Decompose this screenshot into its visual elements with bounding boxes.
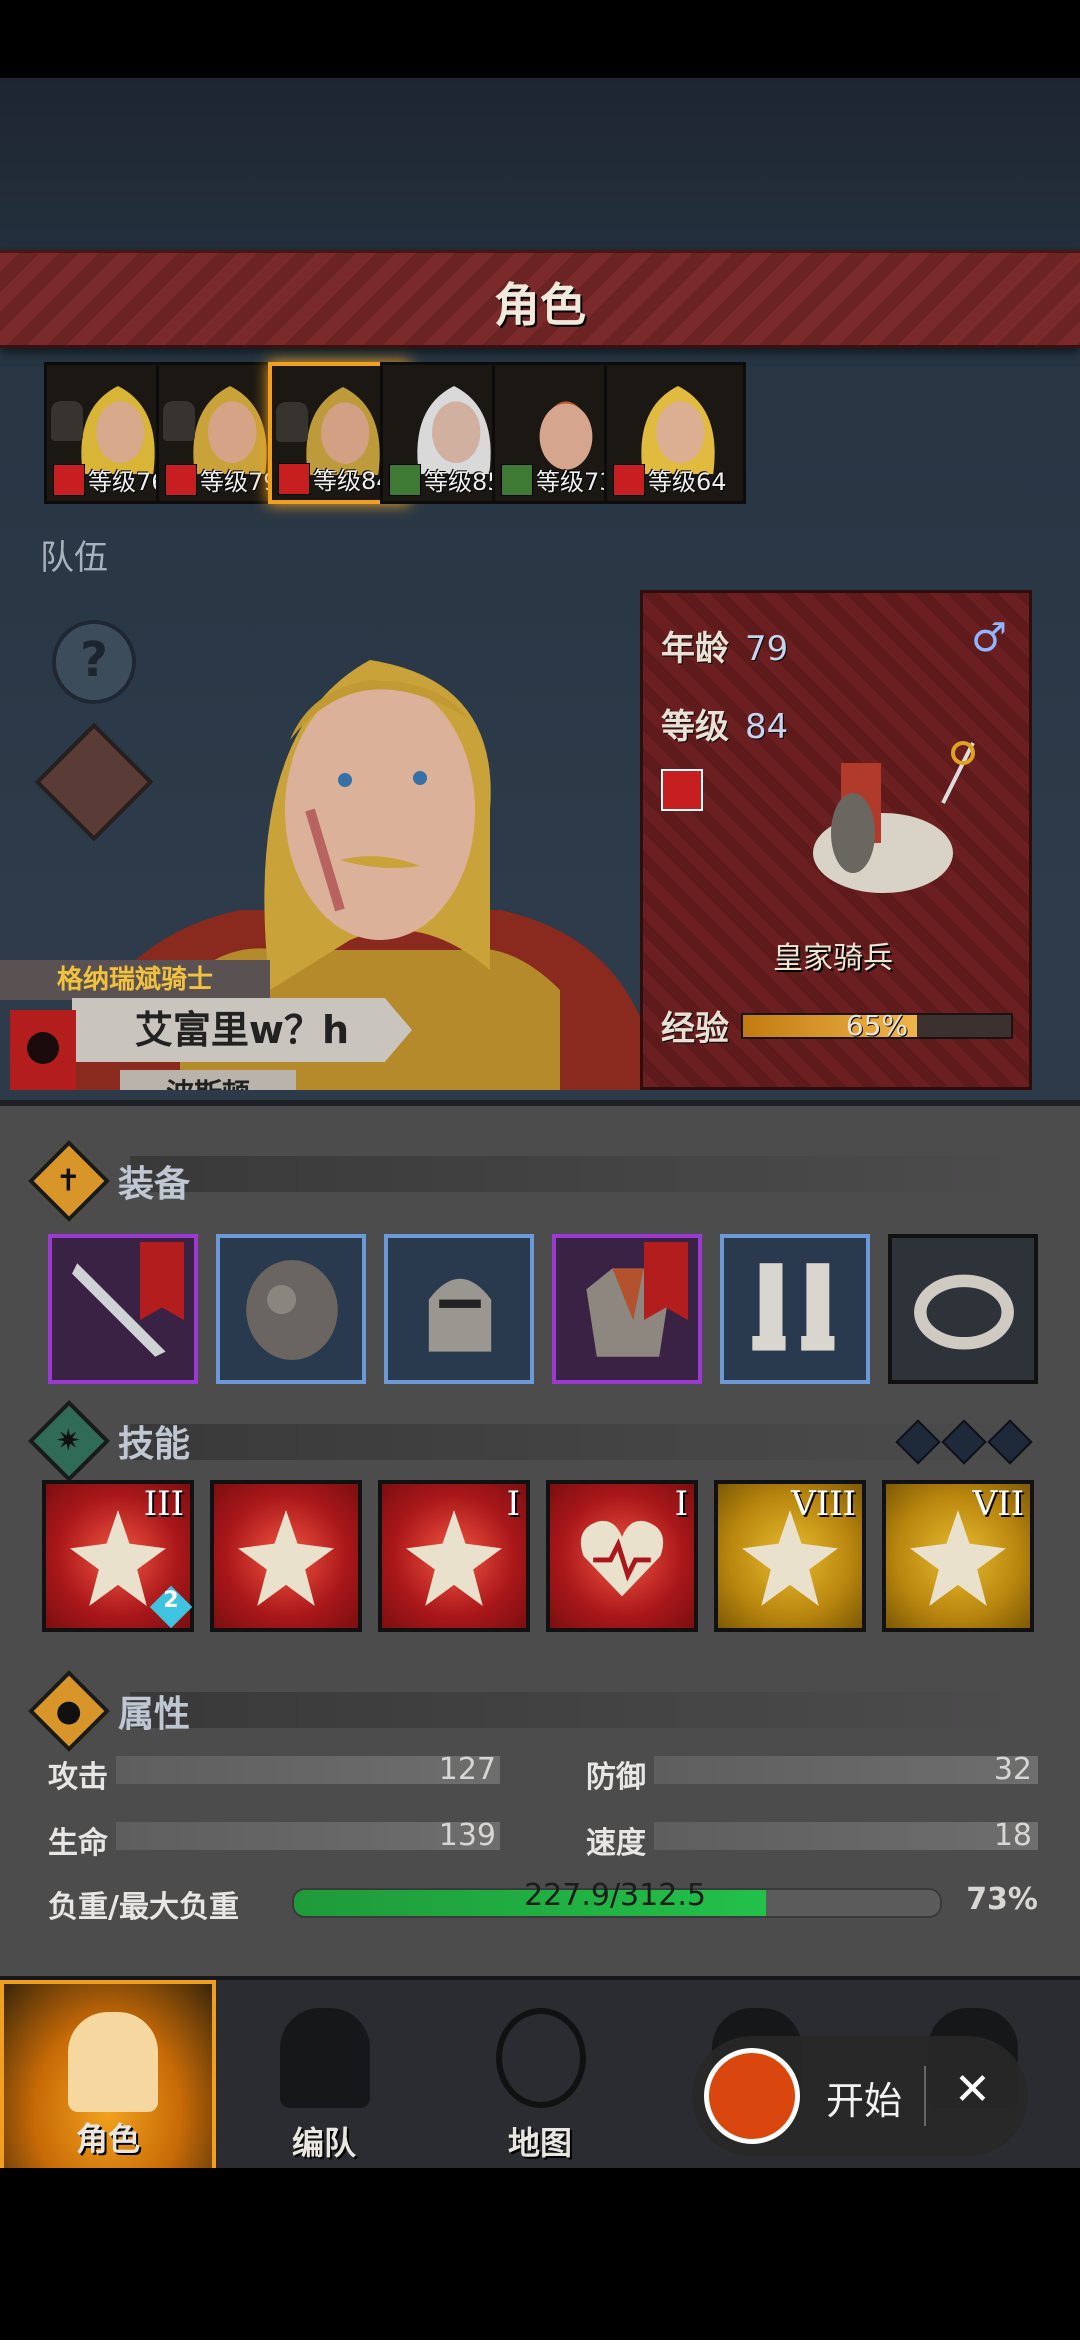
skill-pierce[interactable]: I <box>378 1480 530 1632</box>
shield-break-icon <box>910 1510 1006 1606</box>
attack-value: 127 <box>438 1752 496 1787</box>
record-button[interactable] <box>704 2048 800 2144</box>
divider <box>924 2066 926 2126</box>
equip-shield[interactable] <box>216 1234 366 1384</box>
equip-weapon[interactable] <box>48 1234 198 1384</box>
member-level: 等级73 <box>501 462 615 497</box>
class-icon <box>165 463 197 496</box>
exp-label: 经验 <box>661 1009 729 1049</box>
team-label: 队伍 <box>40 538 108 578</box>
section-divider <box>130 1156 1030 1192</box>
skill-strike[interactable] <box>210 1480 362 1632</box>
exp-text: 65% <box>845 1009 909 1042</box>
recorder-overlay: 开始 ✕ <box>692 2036 1028 2156</box>
member-level: 等级76 <box>53 462 167 497</box>
party-row: 等级76 等级79 等级84 等级85 等级73 等级64 <box>44 362 1044 512</box>
armor-mini-icon <box>51 401 83 441</box>
class-name: 皇家骑兵 <box>773 941 893 976</box>
record-label[interactable]: 开始 <box>826 2070 902 2125</box>
gender-icon: ♂ <box>971 615 1007 661</box>
skill-charge[interactable]: III 2 <box>42 1480 194 1632</box>
defense-value: 32 <box>993 1752 1032 1787</box>
equipment-header: ✝ 装备 <box>27 1139 190 1223</box>
helmet-icon <box>428 1278 492 1352</box>
age-row: 年龄 79 <box>661 629 789 669</box>
shield-icon <box>246 1260 338 1360</box>
skill-guard-2[interactable]: VII <box>882 1480 1034 1632</box>
member-level: 等级84 <box>278 461 392 496</box>
exp-bar: 65% <box>741 1009 1013 1042</box>
heart-icon <box>580 1520 664 1597</box>
class-icon <box>53 463 85 496</box>
attributes-header: ● 属性 <box>27 1669 190 1753</box>
hero-home: 波斯顿 <box>120 1070 296 1090</box>
armor-mini-icon <box>163 401 195 441</box>
member-level: 等级85 <box>389 462 503 497</box>
equip-boots[interactable] <box>720 1234 870 1384</box>
class-icon <box>661 769 703 811</box>
banner-flag-icon <box>10 1010 76 1090</box>
load-percent: 73% <box>966 1882 1038 1917</box>
class-icon <box>613 463 645 496</box>
close-icon[interactable]: ✕ <box>954 2064 991 2115</box>
equip-armor[interactable] <box>552 1234 702 1384</box>
hp-value: 139 <box>438 1818 496 1853</box>
nav-map[interactable]: 地图 <box>432 1980 648 2172</box>
hero-area: ? 年龄 79 ♂ 等级 84 皇家骑兵 经验 65% 格纳瑞斌骑士 艾富里w？h … <box>0 580 1080 1090</box>
royal-cavalry-icon <box>813 741 975 893</box>
load-text: 227.9/312.5 <box>524 1878 706 1913</box>
skills-header: ✷ 技能 <box>27 1399 190 1483</box>
helmet-icon <box>280 2008 370 2108</box>
knight-icon <box>68 2012 158 2112</box>
nav-formation[interactable]: 编队 <box>216 1980 432 2172</box>
armor-mini-icon <box>276 402 308 442</box>
cross-icon: ✝ <box>27 1139 111 1223</box>
class-icon <box>501 463 533 496</box>
boots-icon <box>752 1263 835 1351</box>
equip-ring[interactable] <box>888 1234 1038 1384</box>
help-button[interactable]: ? <box>52 620 136 704</box>
hp-label: 生命 <box>48 1826 108 1861</box>
defense-label: 防御 <box>586 1760 646 1795</box>
ring-icon <box>914 1274 1014 1350</box>
system-bar <box>0 2168 1080 2340</box>
shield-break-icon <box>742 1510 838 1606</box>
person-icon: ● <box>27 1669 111 1753</box>
attack-label: 攻击 <box>48 1760 108 1795</box>
class-icon <box>389 463 421 496</box>
section-divider <box>130 1692 1030 1728</box>
compass-icon <box>496 2008 586 2108</box>
star-icon: ✷ <box>27 1399 111 1483</box>
class-icon <box>278 462 310 495</box>
skill-guard-1[interactable]: VIII <box>714 1480 866 1632</box>
nav-character[interactable]: 角色 <box>0 1980 216 2172</box>
page-title: 角色 <box>494 278 586 332</box>
skill-vitality[interactable]: I <box>546 1480 698 1632</box>
member-level: 等级79 <box>165 462 279 497</box>
title-banner: 角色 <box>0 250 1080 348</box>
knight-title: 格纳瑞斌骑士 <box>0 960 270 1000</box>
load-label: 负重/最大负重 <box>48 1890 239 1925</box>
knight-target-icon <box>70 1510 166 1606</box>
party-member-6[interactable]: 等级64 <box>604 362 746 504</box>
speed-value: 18 <box>993 1818 1032 1853</box>
equip-helmet[interactable] <box>384 1234 534 1384</box>
arrow-burst-icon <box>406 1510 502 1606</box>
fist-burst-icon <box>238 1510 334 1606</box>
hero-name[interactable]: 艾富里w？h <box>72 998 412 1062</box>
speed-label: 速度 <box>586 1826 646 1861</box>
stat-card: 年龄 79 ♂ 等级 84 皇家骑兵 经验 65% <box>640 590 1032 1090</box>
member-level: 等级64 <box>613 462 727 497</box>
